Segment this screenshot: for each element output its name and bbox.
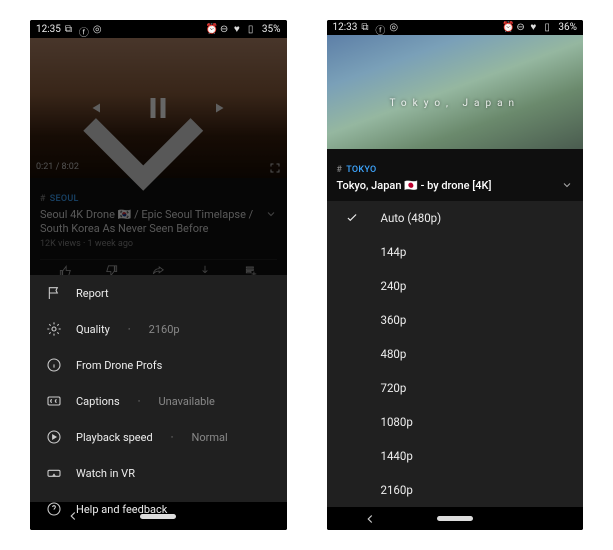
spotify-icon: ◎ [93, 24, 103, 34]
status-time: 12:35 [36, 24, 61, 35]
twitch-icon: ⧉ [65, 24, 75, 34]
quality-label: 360p [381, 313, 407, 327]
alarm-icon: ⏰ [206, 24, 216, 34]
menu-captions[interactable]: Captions·Unavailable [30, 383, 287, 419]
quality-option[interactable]: 1440p [327, 439, 584, 473]
play-circle-icon [46, 429, 62, 445]
video-title[interactable]: Tokyo, Japan 🇯🇵 - by drone [4K] [337, 179, 562, 193]
quality-option[interactable]: 720p [327, 371, 584, 405]
dnd-icon: ⊖ [220, 24, 230, 34]
cc-icon [46, 393, 62, 409]
battery-icon: ▯ [544, 22, 554, 32]
hashtag-link[interactable]: TOKYO [346, 165, 376, 175]
hash-icon: # [337, 165, 343, 175]
help-icon [46, 501, 62, 517]
video-thumbnail[interactable]: Tokyo, Japan [327, 35, 584, 149]
menu-speed[interactable]: Playback speed·Normal [30, 419, 287, 455]
time-label: 0:21 / 8:02 [36, 162, 79, 174]
quality-label: 240p [381, 279, 407, 293]
quality-option[interactable]: 360p [327, 303, 584, 337]
quality-option[interactable]: Auto (480p) [327, 201, 584, 235]
data-icon: ♥ [530, 22, 540, 32]
alarm-icon: ⏰ [502, 22, 512, 32]
info-icon [46, 357, 62, 373]
check-icon [345, 211, 359, 225]
battery-pct: 36% [558, 22, 577, 33]
vr-icon [46, 465, 62, 481]
phone-right: 12:33 ⧉ ⓕ ◎ ⏰ ⊖ ♥ ▯ 36% Tokyo, Japan # T… [327, 20, 584, 530]
menu-help[interactable]: Help and feedback [30, 491, 287, 527]
facebook-icon: ⓕ [79, 24, 89, 34]
pause-icon[interactable] [143, 93, 173, 123]
spotify-icon: ◎ [389, 22, 399, 32]
quality-label: 1080p [381, 415, 413, 429]
phone-left: 12:35 ⧉ ⓕ ◎ ⏰ ⊖ ♥ ▯ 35% [30, 20, 287, 530]
video-info: # TOKYO Tokyo, Japan 🇯🇵 - by drone [4K] [327, 149, 584, 201]
data-icon: ♥ [234, 24, 244, 34]
dnd-icon: ⊖ [516, 22, 526, 32]
quality-label: 2160p [381, 483, 413, 497]
status-bar: 12:33 ⧉ ⓕ ◎ ⏰ ⊖ ♥ ▯ 36% [327, 20, 584, 35]
expand-icon[interactable] [561, 179, 573, 191]
menu-quality[interactable]: Quality·2160p [30, 311, 287, 347]
quality-option[interactable]: 2160p [327, 473, 584, 507]
quality-label: 480p [381, 347, 407, 361]
gear-icon [46, 321, 62, 337]
quality-label: Auto (480p) [381, 211, 442, 225]
home-pill[interactable] [437, 516, 473, 521]
fullscreen-icon[interactable] [269, 162, 281, 174]
video-player[interactable]: 0:21 / 8:02 [30, 38, 287, 178]
overlay-text: Tokyo, Japan [327, 98, 584, 109]
quality-option[interactable]: 240p [327, 269, 584, 303]
options-menu: Report Quality·2160p From Drone Profs Ca… [30, 275, 287, 502]
chevron-down-icon[interactable] [36, 44, 251, 259]
android-navbar [327, 507, 584, 530]
next-icon[interactable] [213, 99, 231, 117]
status-bar: 12:35 ⧉ ⓕ ◎ ⏰ ⊖ ♥ ▯ 35% [30, 20, 287, 38]
facebook-icon: ⓕ [375, 22, 385, 32]
quality-option[interactable]: 144p [327, 235, 584, 269]
quality-option[interactable]: 480p [327, 337, 584, 371]
quality-option[interactable]: 1080p [327, 405, 584, 439]
battery-pct: 35% [262, 24, 281, 35]
quality-label: 720p [381, 381, 407, 395]
quality-menu: Auto (480p) 144p 240p 360p 480p 720p 1080p 1440… [327, 201, 584, 507]
quality-label: 1440p [381, 449, 413, 463]
menu-channel[interactable]: From Drone Profs [30, 347, 287, 383]
previous-icon[interactable] [85, 99, 103, 117]
battery-icon: ▯ [248, 24, 258, 34]
status-time: 12:33 [333, 22, 358, 33]
twitch-icon: ⧉ [361, 22, 371, 32]
quality-label: 144p [381, 245, 407, 259]
flag-icon [46, 285, 62, 301]
menu-vr[interactable]: Watch in VR [30, 455, 287, 491]
menu-report[interactable]: Report [30, 275, 287, 311]
back-icon[interactable] [363, 512, 377, 526]
